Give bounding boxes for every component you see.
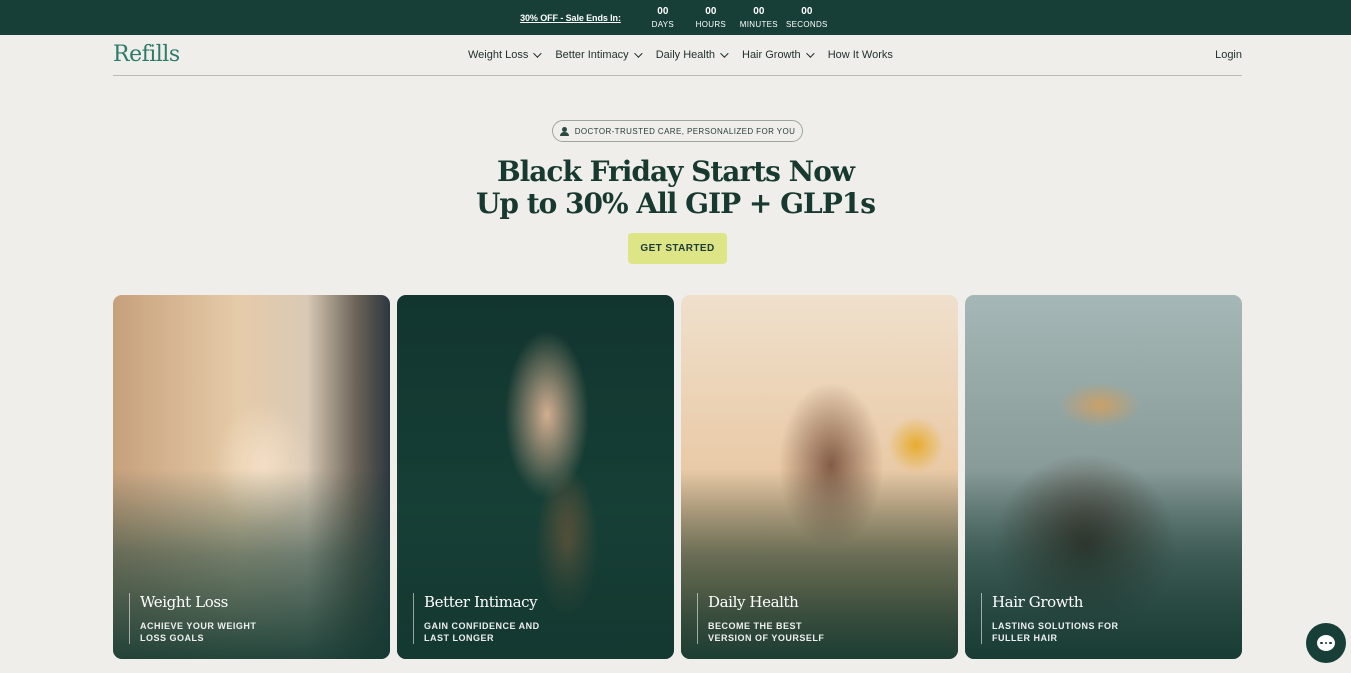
card-daily-health[interactable]: Daily Health BECOME THE BEST VERSION OF … [681,295,958,659]
nav-menu: Weight Loss Better Intimacy Daily Health… [468,49,893,61]
card-text: Weight Loss ACHIEVE YOUR WEIGHT LOSS GOA… [129,593,275,644]
nav-item-label: Better Intimacy [555,49,629,61]
card-subtitle-line2: LAST LONGER [424,633,494,643]
promo-link[interactable]: 30% OFF - Sale Ends In: [520,13,621,23]
promo-bar: 30% OFF - Sale Ends In: 00 DAYS 00 HOURS… [0,0,1351,35]
card-title: Weight Loss [140,593,228,611]
nav-item-weight-loss[interactable]: Weight Loss [468,49,542,61]
card-subtitle-line1: GAIN CONFIDENCE AND [424,621,540,631]
countdown-days: 00 DAYS [639,6,687,30]
card-subtitle-line2: LOSS GOALS [140,633,205,643]
hero-title: Black Friday Starts Now Up to 30% All GI… [0,156,1351,220]
card-title: Better Intimacy [424,593,538,611]
hero-title-line1: Black Friday Starts Now [496,155,855,188]
doctor-icon [559,126,569,136]
card-subtitle-line1: BECOME THE BEST [708,621,803,631]
card-title: Daily Health [708,593,799,611]
chevron-down-icon [533,49,542,58]
countdown-hours-value: 00 [705,5,717,17]
get-started-button[interactable]: GET STARTED [628,233,727,264]
card-text: Hair Growth LASTING SOLUTIONS FOR FULLER… [981,593,1127,644]
card-subtitle-line2: FULLER HAIR [992,633,1058,643]
chat-button[interactable] [1306,623,1346,663]
nav-item-how-it-works[interactable]: How It Works [828,49,893,61]
hero-title-line2: Up to 30% All GIP + GLP1s [475,187,876,220]
card-hair-growth[interactable]: Hair Growth LASTING SOLUTIONS FOR FULLER… [965,295,1242,659]
countdown-minutes-label: MINUTES [739,19,778,29]
nav-item-daily-health[interactable]: Daily Health [655,49,729,61]
chevron-down-icon [633,49,643,58]
countdown-hours: 00 HOURS [687,6,735,30]
card-text: Daily Health BECOME THE BEST VERSION OF … [697,593,843,644]
hero-badge-text: DOCTOR-TRUSTED CARE, PERSONALIZED FOR YO… [574,126,796,136]
countdown-seconds-value: 00 [801,5,813,17]
countdown-days-label: DAYS [651,19,675,29]
card-better-intimacy[interactable]: Better Intimacy GAIN CONFIDENCE AND LAST… [397,295,674,659]
nav-item-label: Daily Health [655,49,715,61]
nav-item-label: Weight Loss [468,49,529,61]
nav-item-hair-growth[interactable]: Hair Growth [742,49,815,61]
chat-bubble-icon [1317,635,1335,651]
nav-item-label: Hair Growth [742,49,801,61]
hero-badge: DOCTOR-TRUSTED CARE, PERSONALIZED FOR YO… [552,120,803,142]
nav-item-better-intimacy[interactable]: Better Intimacy [555,49,643,61]
card-subtitle-line1: ACHIEVE YOUR WEIGHT [140,621,257,631]
card-weight-loss[interactable]: Weight Loss ACHIEVE YOUR WEIGHT LOSS GOA… [113,295,390,659]
card-text: Better Intimacy GAIN CONFIDENCE AND LAST… [413,593,559,644]
countdown-seconds: 00 SECONDS [783,6,831,30]
card-title: Hair Growth [992,593,1084,611]
nav-item-label: How It Works [827,49,893,61]
login-link[interactable]: Login [1215,49,1242,61]
countdown-seconds-label: SECONDS [786,19,828,29]
card-subtitle-line1: LASTING SOLUTIONS FOR [992,621,1119,631]
countdown-hours-label: HOURS [695,19,727,29]
logo[interactable]: Refills [113,42,180,67]
countdown-minutes: 00 MINUTES [735,6,783,30]
countdown-minutes-value: 00 [753,5,765,17]
card-subtitle-line2: VERSION OF YOURSELF [708,633,825,643]
chevron-down-icon [805,49,815,58]
countdown-days-value: 00 [657,5,669,17]
navbar: Refills Weight Loss Better Intimacy Dail… [113,35,1242,76]
chevron-down-icon [720,49,729,58]
